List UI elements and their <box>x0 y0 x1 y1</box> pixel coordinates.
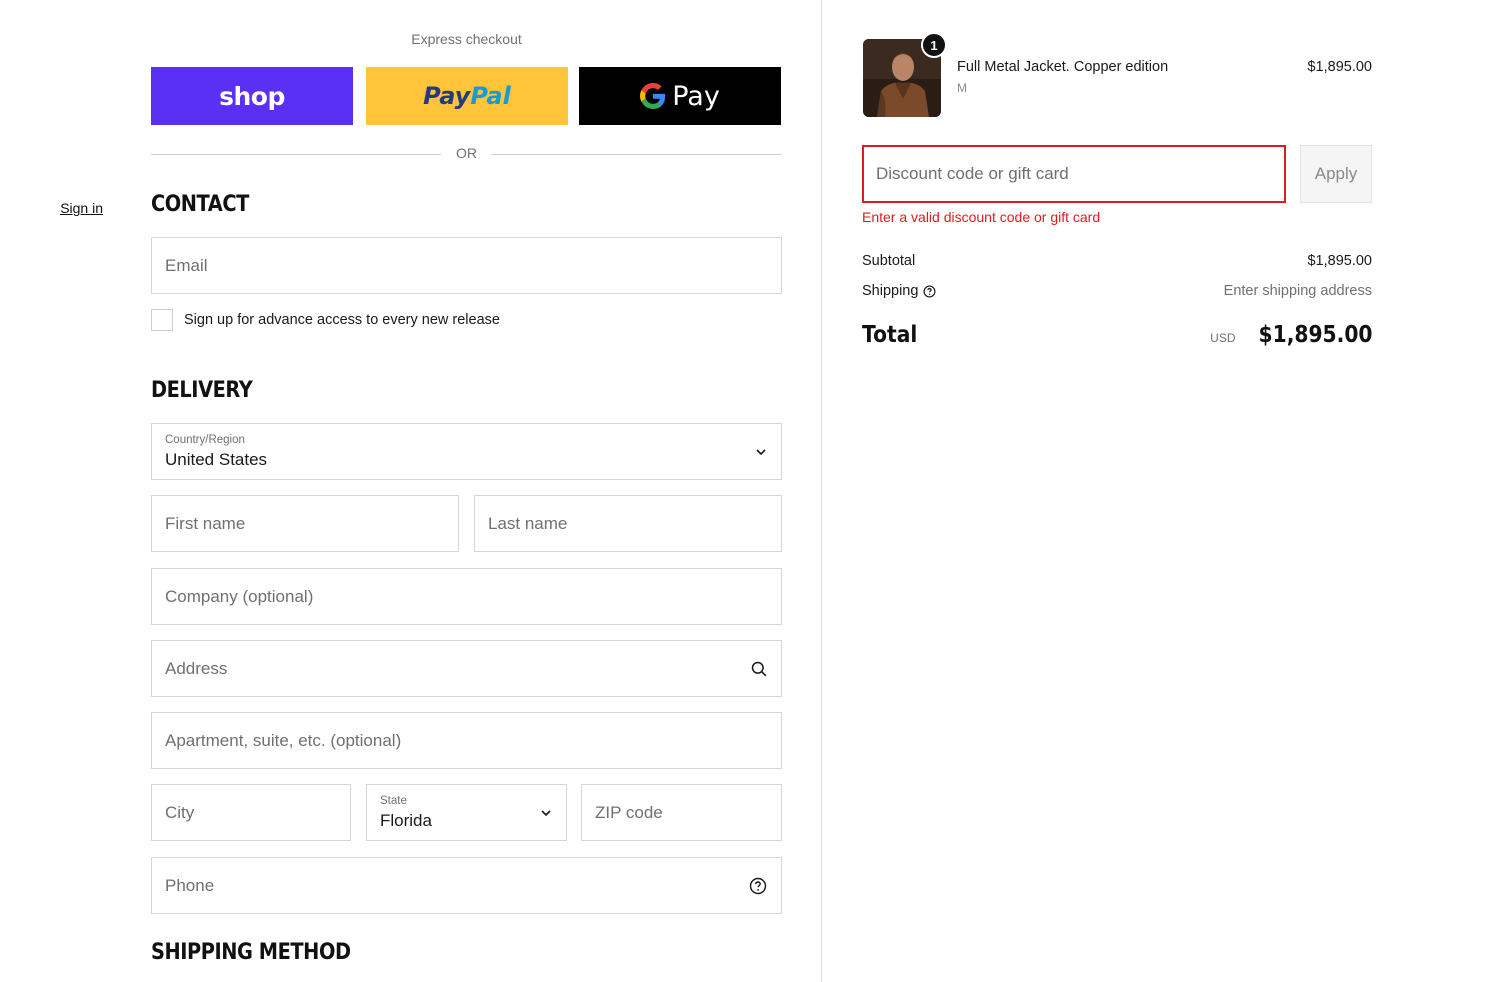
last-name-field[interactable] <box>474 495 782 552</box>
divider-line-right <box>491 154 782 155</box>
product-name: Full Metal Jacket. Copper edition <box>957 59 1169 75</box>
newsletter-option: Sign up for advance access to every new … <box>151 309 500 331</box>
zip-field[interactable] <box>581 784 782 841</box>
state-value: Florida <box>380 811 432 830</box>
city-field[interactable] <box>151 784 351 841</box>
country-value: United States <box>165 450 268 469</box>
email-input[interactable] <box>152 238 781 293</box>
order-summary-column: 1 Full Metal Jacket. Copper edition M $1… <box>823 0 1500 982</box>
company-input[interactable] <box>152 569 781 624</box>
chevron-down-icon <box>540 807 552 819</box>
currency-code: USD <box>1210 331 1236 345</box>
state-label: State <box>380 795 407 807</box>
country-select[interactable]: Country/Region United States <box>151 423 782 480</box>
first-name-field[interactable] <box>151 495 459 552</box>
apartment-input[interactable] <box>152 713 781 768</box>
apply-discount-button[interactable]: Apply <box>1300 145 1372 203</box>
product-price: $1,895.00 <box>1307 59 1372 75</box>
paypal-logo-part1: Pay <box>423 82 471 110</box>
paypal-button[interactable]: Pay Pal <box>366 67 568 125</box>
address-input[interactable] <box>152 641 781 696</box>
subtotal-value: $1,895.00 <box>1307 253 1372 269</box>
country-label: Country/Region <box>165 434 245 446</box>
subtotal-label: Subtotal <box>862 253 915 269</box>
search-icon[interactable] <box>751 661 767 677</box>
or-divider: OR <box>151 144 782 164</box>
first-name-input[interactable] <box>152 496 458 551</box>
or-text: OR <box>456 145 477 161</box>
google-g-icon <box>640 83 666 109</box>
discount-error-message: Enter a valid discount code or gift card <box>862 209 1101 225</box>
company-field[interactable] <box>151 568 782 625</box>
contact-heading: CONTACT <box>151 192 249 217</box>
shop-pay-logo: shop <box>219 81 285 111</box>
city-input[interactable] <box>152 785 350 840</box>
state-select[interactable]: State Florida <box>366 784 567 841</box>
shipping-label-text: Shipping <box>862 283 919 299</box>
chevron-down-icon <box>755 446 767 458</box>
sign-in-link[interactable]: Sign in <box>60 200 103 216</box>
paypal-logo-part2: Pal <box>470 82 511 110</box>
phone-input[interactable] <box>152 858 781 913</box>
discount-code-input[interactable] <box>864 147 1284 201</box>
last-name-input[interactable] <box>475 496 781 551</box>
quantity-badge: 1 <box>921 32 947 58</box>
shipping-value: Enter shipping address <box>1223 283 1372 299</box>
phone-field[interactable] <box>151 857 782 914</box>
apartment-field[interactable] <box>151 712 782 769</box>
address-field[interactable] <box>151 640 782 697</box>
google-pay-button[interactable]: Pay <box>579 67 781 125</box>
discount-code-field[interactable] <box>862 145 1286 203</box>
shipping-label: Shipping <box>862 283 936 299</box>
help-circle-icon[interactable] <box>749 877 767 895</box>
total-value: USD $1,895.00 <box>1210 322 1372 348</box>
subtotal-label-text: Subtotal <box>862 253 916 269</box>
delivery-heading: DELIVERY <box>151 378 253 403</box>
google-pay-label: Pay <box>672 80 720 112</box>
newsletter-checkbox[interactable] <box>151 309 173 331</box>
product-variant: M <box>957 81 967 95</box>
shipping-method-heading: SHIPPING METHOD <box>151 940 351 965</box>
newsletter-label: Sign up for advance access to every new … <box>184 312 500 328</box>
shop-pay-button[interactable]: shop <box>151 67 353 125</box>
help-circle-icon[interactable] <box>923 285 936 298</box>
zip-input[interactable] <box>582 785 781 840</box>
total-amount: $1,895.00 <box>1258 322 1372 348</box>
checkout-form-column: Express checkout shop Pay Pal Pay OR CONT… <box>0 0 822 982</box>
email-field[interactable] <box>151 237 782 294</box>
express-checkout-title: Express checkout <box>411 31 522 47</box>
total-label: Total <box>862 322 918 348</box>
